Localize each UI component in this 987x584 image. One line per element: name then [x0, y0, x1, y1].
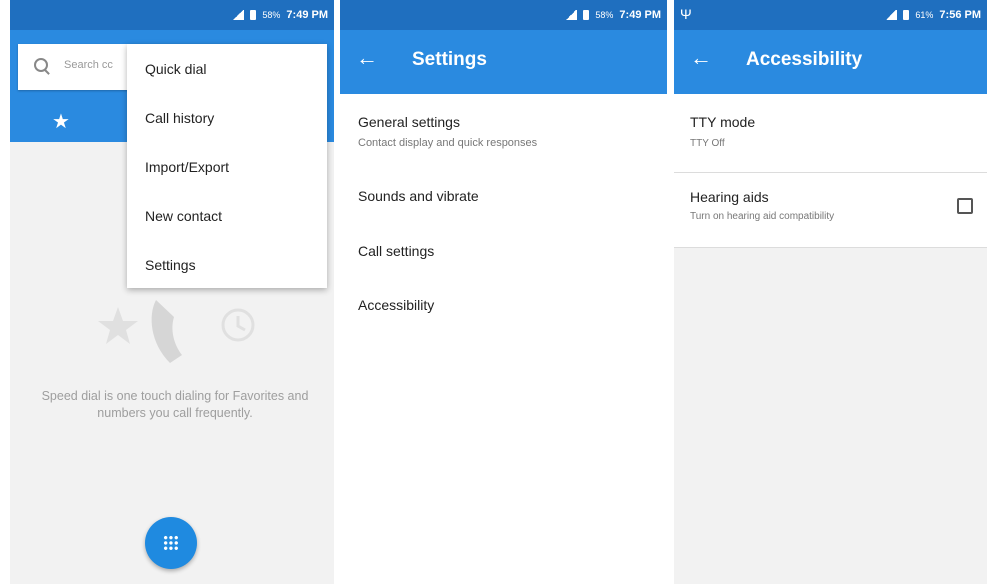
settings-item-sounds[interactable]: Sounds and vibrate: [358, 188, 479, 204]
status-bar: 58% 7:49 PM: [10, 0, 334, 30]
star-icon: ★: [52, 111, 70, 133]
empty-state-message: Speed dial is one touch dialing for Favo…: [41, 389, 309, 420]
status-bar: 58% 7:49 PM: [340, 0, 667, 30]
star-icon: [98, 307, 138, 344]
page-title: Settings: [412, 49, 487, 70]
settings-item-general-subtitle: Contact display and quick responses: [358, 137, 538, 149]
settings-item-call-settings[interactable]: Call settings: [358, 243, 434, 259]
settings-item-general[interactable]: General settings: [358, 114, 460, 130]
arrow-back-icon[interactable]: ←: [356, 47, 378, 69]
page-title: Accessibility: [746, 49, 863, 70]
status-time: 7:49 PM: [619, 9, 661, 21]
dialpad-button[interactable]: [145, 517, 197, 569]
usb-icon: Ψ: [680, 6, 692, 22]
battery-percent: 61%: [915, 10, 934, 20]
tty-mode-row[interactable]: TTY mode TTY Off: [674, 94, 987, 173]
battery-percent: 58%: [595, 10, 614, 20]
app-bar: ← Accessibility: [674, 30, 987, 94]
menu-item-new-contact[interactable]: New contact: [145, 208, 222, 224]
battery-icon: [583, 10, 590, 20]
battery-percent: 58%: [262, 10, 281, 20]
phone-icon: [151, 300, 182, 363]
app-bar: ← Settings: [340, 30, 667, 94]
tab-speed-dial[interactable]: ★: [52, 109, 70, 134]
tty-mode-label: TTY mode: [690, 114, 756, 130]
status-time: 7:49 PM: [286, 9, 328, 21]
settings-screen: 58% 7:49 PM ← Settings General settings …: [340, 0, 667, 584]
dialpad-icon: [163, 535, 179, 551]
hearing-aids-label: Hearing aids: [690, 189, 769, 205]
signal-icon: [565, 10, 578, 20]
battery-icon: [250, 10, 257, 20]
menu-item-import-export[interactable]: Import/Export: [145, 159, 229, 175]
overflow-menu: Quick dial Call history Import/Export Ne…: [127, 44, 327, 288]
signal-icon: [885, 10, 898, 20]
hearing-aids-subtitle: Turn on hearing aid compatibility: [690, 211, 835, 222]
hearing-aids-checkbox[interactable]: [957, 198, 973, 214]
settings-item-accessibility[interactable]: Accessibility: [358, 297, 434, 313]
tty-mode-value: TTY Off: [690, 138, 725, 149]
dialer-screen: 58% 7:49 PM Search cc ★ Quick dial Call …: [10, 0, 334, 584]
battery-icon: [903, 10, 910, 20]
menu-item-quick-dial[interactable]: Quick dial: [145, 61, 206, 77]
menu-item-settings[interactable]: Settings: [145, 257, 196, 273]
status-time: 7:56 PM: [939, 9, 981, 21]
clock-icon: [221, 308, 255, 342]
signal-icon: [232, 10, 245, 20]
arrow-back-icon[interactable]: ←: [690, 47, 712, 69]
search-placeholder: Search cc: [64, 59, 113, 71]
search-icon: [34, 58, 48, 72]
menu-item-call-history[interactable]: Call history: [145, 110, 214, 126]
hearing-aids-row[interactable]: Hearing aids Turn on hearing aid compati…: [674, 173, 987, 248]
accessibility-screen: Ψ 61% 7:56 PM ← Accessibility TTY mode T…: [674, 0, 987, 584]
speed-dial-illustration: [98, 300, 255, 363]
status-bar: Ψ 61% 7:56 PM: [674, 0, 987, 30]
